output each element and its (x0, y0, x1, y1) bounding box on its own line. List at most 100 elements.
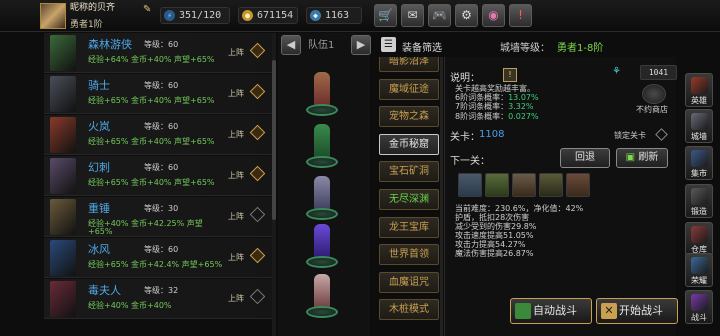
hero-bonuses: 经验+65% 金币+40% 声望+65% (88, 178, 215, 187)
hero-bonuses: 经验+40% 金币+40% (88, 301, 172, 310)
dungeon-button[interactable]: 暗影沼泽 (379, 57, 439, 72)
inventory-button[interactable]: ! (509, 4, 532, 27)
sidebar-button[interactable]: 城墙 (685, 109, 713, 143)
sidebar-label: 荣耀 (691, 276, 707, 285)
coin-icon: ● (242, 10, 253, 21)
player-name: 昵称的贝齐 (70, 3, 116, 13)
arrow-right-icon: ▶ (356, 38, 366, 51)
dungeon-button[interactable]: 龙王宝库 (379, 216, 439, 238)
hero-row[interactable]: 火岚 等级：60 经验+65% 金币+40% 声望+65% 上阵 (44, 115, 276, 155)
stage-description: 关卡越高奖励越丰富。 6阶词条概率：13.07% 7阶词条概率：3.32% 8阶… (455, 84, 539, 121)
settings-button[interactable]: ⚙ (455, 4, 478, 27)
enemy-portrait[interactable] (566, 173, 590, 197)
hero-row[interactable]: 幻刺 等级：60 经验+65% 金币+40% 声望+65% 上阵 (44, 156, 276, 196)
hero-row[interactable]: 冰风 等级：60 经验+65% 金币+42.4% 声望+65% 上阵 (44, 238, 276, 278)
sidebar-button[interactable]: 集市 (685, 146, 713, 180)
shop-label[interactable]: 不约商店 (636, 104, 668, 115)
hero-name: 重锤 (88, 202, 110, 215)
deploy-label[interactable]: 上阵 (228, 293, 244, 304)
enemy-portrait[interactable] (539, 173, 563, 197)
gamepad-button[interactable]: 🎮 (428, 4, 451, 27)
team-slot-5[interactable] (302, 274, 342, 320)
team-slot-4[interactable] (302, 224, 342, 270)
player-rank: 勇者1阶 (70, 20, 103, 30)
sidebar-icon (691, 188, 708, 205)
desc-line: 关卡越高奖励越丰富。 (455, 84, 535, 93)
deploy-toggle[interactable] (249, 247, 266, 264)
team-label: 队伍1 (308, 40, 335, 51)
refresh-button[interactable]: ▣ 刷新 (616, 148, 668, 168)
deploy-toggle[interactable] (249, 165, 266, 182)
team-slot-1[interactable] (302, 72, 342, 118)
hero-name: 骑士 (88, 79, 110, 92)
hero-portrait (50, 199, 76, 235)
filter-menu-button[interactable]: ☰ (381, 37, 396, 52)
info-icon[interactable]: ! (503, 68, 517, 82)
sidebar-icon (691, 77, 708, 94)
deploy-label[interactable]: 上阵 (228, 47, 244, 58)
prev-team-button[interactable]: ◀ (281, 35, 301, 55)
deploy-label[interactable]: 上阵 (228, 129, 244, 140)
gold-value: 671154 (257, 10, 294, 21)
hero-row[interactable]: 重锤 等级：30 经验+40% 金币+42.25% 声望 +65% 上阵 (44, 197, 276, 237)
stamina-value: 351/120 (179, 10, 222, 21)
deploy-label[interactable]: 上阵 (228, 252, 244, 263)
hero-row[interactable]: 森林游侠 等级：60 经验+64% 金币+40% 声望+65% 上阵 (44, 33, 276, 73)
deploy-label[interactable]: 上阵 (228, 211, 244, 222)
roll-value: 1041 (640, 65, 677, 80)
deploy-toggle[interactable] (249, 124, 266, 141)
dungeon-button[interactable]: 宝石矿洞 (379, 161, 439, 183)
dungeon-button[interactable]: 宠物之森 (379, 106, 439, 128)
deploy-toggle[interactable] (249, 288, 266, 305)
enemy-portrait[interactable] (485, 173, 509, 197)
sidebar-label: 锻造 (691, 207, 707, 216)
team-slot-2[interactable] (302, 124, 342, 170)
hero-name: 火岚 (88, 120, 110, 133)
wheel-button[interactable]: ◉ (482, 4, 505, 27)
hero-level: 等级：60 (144, 81, 179, 90)
city-level-value: 勇者1-8阶 (557, 43, 604, 54)
enemy-portrait[interactable] (458, 173, 482, 197)
shop-icon[interactable] (642, 84, 666, 104)
lightning-icon: ⚡ (164, 10, 175, 21)
dungeon-button[interactable]: 血魔诅咒 (379, 271, 439, 293)
dungeon-button[interactable]: 世界首领 (379, 244, 439, 266)
hero-row[interactable]: 骑士 等级：60 经验+65% 金币+40% 声望+65% 上阵 (44, 74, 276, 114)
enemy-portrait[interactable] (512, 173, 536, 197)
sidebar-button[interactable]: 荣耀 (685, 253, 713, 287)
team-slot-3[interactable] (302, 176, 342, 222)
deploy-toggle[interactable] (249, 42, 266, 59)
shop-cart-button[interactable]: 🛒 (374, 4, 397, 27)
back-button[interactable]: 回退 (560, 148, 610, 168)
sidebar-icon (691, 294, 708, 311)
hero-list: 森林游侠 等级：60 经验+64% 金币+40% 声望+65% 上阵 骑士 等级：60 经验… (44, 33, 276, 336)
dungeon-button[interactable]: 木桩模式 (379, 299, 439, 321)
hero-bonuses-extra: +65% (88, 227, 113, 236)
hero-portrait (50, 117, 76, 153)
hero-row[interactable]: 毒夫人 等级：32 经验+40% 金币+40% 上阵 (44, 279, 276, 319)
deploy-label[interactable]: 上阵 (228, 88, 244, 99)
dungeon-button[interactable]: 无尽深渊 (379, 189, 439, 210)
edit-icon[interactable]: ✎ (143, 4, 151, 15)
sidebar-button[interactable]: 锻造 (685, 184, 713, 218)
deploy-toggle[interactable] (249, 206, 266, 223)
filter-label[interactable]: 装备筛选 (402, 39, 442, 54)
mail-icon: ✉ (407, 8, 418, 22)
deploy-label[interactable]: 上阵 (228, 170, 244, 181)
dungeon-button[interactable]: 魔域征途 (379, 78, 439, 100)
dungeon-list-scrollbar[interactable] (440, 57, 443, 336)
hero-name: 幻刺 (88, 161, 110, 174)
hero-list-scroll-thumb[interactable] (272, 60, 276, 220)
auto-battle-button[interactable]: 自动战斗 (510, 298, 592, 324)
hero-level: 等级：60 (144, 122, 179, 131)
next-team-button[interactable]: ▶ (351, 35, 371, 55)
sidebar-button[interactable]: 战斗 (685, 290, 713, 324)
start-battle-button[interactable]: ✕ 开始战斗 (596, 298, 678, 324)
mail-button[interactable]: ✉ (401, 4, 424, 27)
deploy-toggle[interactable] (249, 83, 266, 100)
player-avatar[interactable] (40, 3, 66, 29)
sidebar-button[interactable]: 英雄 (685, 73, 713, 107)
sidebar-button[interactable]: 仓库 (685, 222, 713, 256)
hero-name: 森林游侠 (88, 38, 132, 51)
dungeon-button[interactable]: 金币秘窟 (379, 133, 439, 155)
